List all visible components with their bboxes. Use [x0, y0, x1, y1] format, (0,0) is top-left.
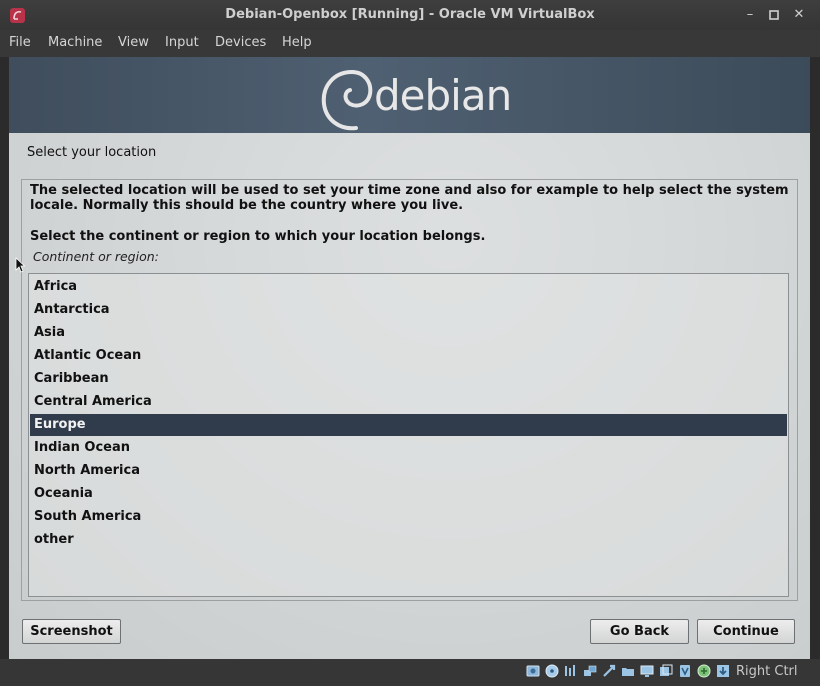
- menu-view[interactable]: View: [118, 35, 149, 50]
- list-item[interactable]: Caribbean: [30, 368, 787, 390]
- debian-logo-text: debian: [374, 71, 512, 120]
- maximize-icon[interactable]: [765, 6, 783, 24]
- page-title: Select your location: [27, 145, 157, 160]
- hard-disk-icon[interactable]: [526, 664, 540, 678]
- list-item[interactable]: Africa: [30, 276, 787, 298]
- guest-screen[interactable]: debian Select your location The selected…: [9, 57, 810, 659]
- continue-button[interactable]: Continue: [697, 619, 795, 644]
- list-item-selected[interactable]: Europe: [30, 414, 787, 436]
- menu-help[interactable]: Help: [282, 35, 312, 50]
- close-icon[interactable]: ✕: [790, 6, 808, 24]
- list-item[interactable]: Indian Ocean: [30, 437, 787, 459]
- list-item[interactable]: North America: [30, 460, 787, 482]
- optical-drive-icon[interactable]: [545, 664, 559, 678]
- menu-machine[interactable]: Machine: [48, 35, 102, 50]
- location-description: The selected location will be used to se…: [30, 183, 789, 213]
- host-key-label: Right Ctrl: [736, 664, 798, 679]
- menu-input[interactable]: Input: [165, 35, 199, 50]
- screenshot-button[interactable]: Screenshot: [22, 619, 121, 644]
- list-item[interactable]: Central America: [30, 391, 787, 413]
- audio-icon[interactable]: [564, 664, 578, 678]
- list-item[interactable]: Oceania: [30, 483, 787, 505]
- shared-folders-icon[interactable]: [621, 664, 635, 678]
- network-icon[interactable]: [583, 664, 597, 678]
- go-back-button[interactable]: Go Back: [590, 619, 689, 644]
- recording-icon[interactable]: [678, 664, 692, 678]
- title-bar: Debian-Openbox [Running] - Oracle VM Vir…: [0, 0, 820, 30]
- minimize-icon[interactable]: –: [741, 6, 759, 24]
- installer-panel: Select your location The selected locati…: [9, 133, 810, 659]
- list-item[interactable]: Antarctica: [30, 299, 787, 321]
- region-field-label: Continent or region:: [33, 249, 159, 264]
- menu-bar: File Machine View Input Devices Help: [0, 30, 820, 57]
- usb-icon[interactable]: [602, 664, 616, 678]
- menu-file[interactable]: File: [9, 35, 31, 50]
- list-item[interactable]: South America: [30, 506, 787, 528]
- mouse-integration-icon[interactable]: [697, 664, 711, 678]
- status-bar: Right Ctrl: [0, 659, 820, 686]
- window-title: Debian-Openbox [Running] - Oracle VM Vir…: [225, 7, 595, 22]
- list-item[interactable]: Asia: [30, 322, 787, 344]
- list-item[interactable]: Atlantic Ocean: [30, 345, 787, 367]
- menu-devices[interactable]: Devices: [215, 35, 266, 50]
- mouse-pointer-icon: [15, 257, 25, 273]
- region-prompt: Select the continent or region to which …: [30, 229, 486, 244]
- debian-banner: debian: [9, 57, 810, 133]
- video-capture-icon[interactable]: [659, 664, 673, 678]
- list-item[interactable]: other: [30, 529, 787, 551]
- region-list[interactable]: Africa Antarctica Asia Atlantic Ocean Ca…: [28, 273, 789, 597]
- display-icon[interactable]: [640, 664, 654, 678]
- keyboard-capture-icon[interactable]: [716, 664, 730, 678]
